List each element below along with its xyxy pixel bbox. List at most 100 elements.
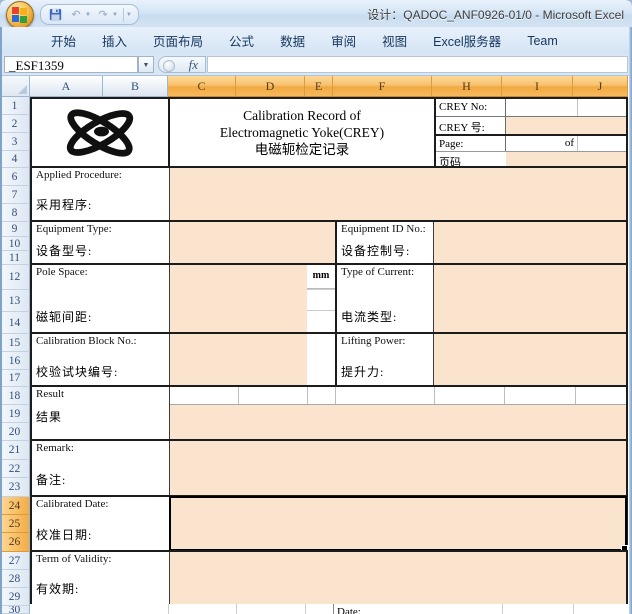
undo-button[interactable]: ↶ bbox=[67, 7, 85, 23]
crey-no-zh-label[interactable]: CREY 号: bbox=[436, 117, 506, 134]
ribbon-tab[interactable]: 公式 bbox=[216, 27, 267, 54]
crey-no-input-cell[interactable] bbox=[506, 117, 626, 134]
remark-label-cell[interactable]: Remark: 备注: bbox=[32, 441, 170, 495]
applied-procedure-en: Applied Procedure: bbox=[36, 169, 166, 181]
lifting-power-zh: 提升力: bbox=[341, 363, 430, 380]
office-button[interactable] bbox=[6, 1, 34, 29]
type-of-current-en: Type of Current: bbox=[341, 266, 430, 278]
remark-en: Remark: bbox=[36, 442, 166, 454]
section-applied-procedure: Applied Procedure: 采用程序: bbox=[30, 166, 628, 222]
selected-cell-calibrated-date[interactable] bbox=[169, 496, 627, 551]
ribbon-tab[interactable]: Excel服务器 bbox=[420, 27, 514, 54]
page-zh-label[interactable]: 页码 bbox=[436, 152, 506, 166]
office-logo-icon bbox=[12, 7, 19, 14]
applied-procedure-label-cell[interactable]: Applied Procedure: 采用程序: bbox=[32, 168, 170, 220]
remark-zh: 备注: bbox=[36, 471, 166, 488]
applied-procedure-zh: 采用程序: bbox=[36, 196, 166, 213]
lifting-power-en: Lifting Power: bbox=[341, 335, 430, 347]
date-label[interactable]: Date: bbox=[337, 606, 361, 614]
undo-dropdown-icon[interactable]: ▼ bbox=[85, 12, 91, 18]
section-calibrated-date: Calibrated Date: 校准日期: bbox=[30, 495, 628, 552]
form-title-line1: Calibration Record of bbox=[243, 107, 361, 124]
ribbon-tab[interactable]: 数据 bbox=[267, 27, 318, 54]
page-of-cell[interactable]: of bbox=[506, 137, 574, 149]
calibration-block-input-cell[interactable] bbox=[170, 334, 307, 385]
applied-procedure-input-cell[interactable] bbox=[170, 168, 626, 220]
window-left-border bbox=[0, 27, 2, 614]
equipment-id-label-cell[interactable]: Equipment ID No.: 设备控制号: bbox=[335, 222, 434, 263]
form-area: Calibration Record of Electromagnetic Yo… bbox=[0, 76, 632, 614]
result-row18-cells[interactable] bbox=[170, 387, 626, 405]
section-result: Result 结果 bbox=[30, 385, 628, 441]
equipment-id-zh: 设备控制号: bbox=[341, 242, 430, 259]
equipment-type-label-cell[interactable]: Equipment Type: 设备型号: bbox=[32, 222, 170, 263]
redo-button[interactable]: ↷ bbox=[94, 7, 112, 23]
qat-separator bbox=[123, 8, 124, 22]
section-calibration-block: Calibration Block No.: 校验试块编号: Lifting P… bbox=[30, 332, 628, 387]
form-header-right-panel: CREY No: CREY 号: Page: of 页码 bbox=[434, 99, 626, 166]
formula-input[interactable] bbox=[207, 56, 628, 73]
form-title-cell[interactable]: Calibration Record of Electromagnetic Yo… bbox=[170, 99, 434, 166]
type-of-current-zh: 电流类型: bbox=[341, 308, 430, 325]
atom-logo-icon bbox=[52, 103, 148, 163]
result-zh: 结果 bbox=[36, 408, 166, 425]
section-form-header: Calibration Record of Electromagnetic Yo… bbox=[30, 97, 628, 168]
calibrated-date-en: Calibrated Date: bbox=[36, 498, 166, 510]
save-icon bbox=[49, 8, 62, 21]
office-logo-icon bbox=[20, 16, 27, 23]
insert-function-button[interactable]: fx bbox=[158, 56, 206, 73]
equipment-id-input-cell[interactable] bbox=[434, 222, 626, 263]
logo-cell[interactable] bbox=[32, 99, 170, 166]
pole-space-en: Pole Space: bbox=[36, 266, 166, 278]
term-of-validity-en: Term of Validity: bbox=[36, 553, 166, 565]
lifting-power-input-cell[interactable] bbox=[434, 334, 626, 385]
term-of-validity-label-cell[interactable]: Term of Validity: 有效期: bbox=[32, 552, 170, 604]
pole-space-zh: 磁轭间距: bbox=[36, 308, 166, 325]
redo-dropdown-icon[interactable]: ▼ bbox=[112, 12, 118, 18]
fx-icon: fx bbox=[189, 57, 198, 73]
name-box-dropdown-icon[interactable]: ▼ bbox=[138, 56, 154, 73]
qat-customize-button[interactable]: ▼ bbox=[126, 12, 132, 18]
excel-window: ↶▼ ↷▼ ▼ 设计：QADOC_ANF0926-01/0 - Microsof… bbox=[0, 0, 632, 614]
ribbon-tab[interactable]: 开始 bbox=[38, 27, 89, 54]
pole-space-unit-cell[interactable]: mm bbox=[307, 265, 335, 289]
ribbon-tab[interactable]: 审阅 bbox=[318, 27, 369, 54]
window-title: 设计：QADOC_ANF0926-01/0 - Microsoft Excel bbox=[367, 6, 624, 23]
term-of-validity-input-cell[interactable] bbox=[170, 552, 626, 604]
result-label-cell[interactable]: Result 结果 bbox=[32, 387, 170, 439]
calibration-block-en: Calibration Block No.: bbox=[36, 335, 166, 347]
section-equipment: Equipment Type: 设备型号: Equipment ID No.: … bbox=[30, 220, 628, 265]
calibration-block-label-cell[interactable]: Calibration Block No.: 校验试块编号: bbox=[32, 334, 170, 385]
result-en: Result bbox=[36, 388, 166, 400]
form-title-line2: Electromagnetic Yoke(CREY) bbox=[220, 124, 384, 141]
ribbon-tab[interactable]: 视图 bbox=[369, 27, 420, 54]
save-button[interactable] bbox=[46, 7, 64, 23]
page-input-cell[interactable] bbox=[506, 152, 626, 166]
equipment-type-input-cell[interactable] bbox=[170, 222, 335, 263]
lifting-power-label-cell[interactable]: Lifting Power: 提升力: bbox=[335, 334, 434, 385]
row30-partial: Date: bbox=[30, 604, 628, 614]
pole-space-label-cell[interactable]: Pole Space: 磁轭间距: bbox=[32, 265, 170, 332]
page-label[interactable]: Page: bbox=[436, 136, 506, 151]
crey-no-label[interactable]: CREY No: bbox=[436, 99, 506, 116]
ribbon-tab[interactable]: Team bbox=[514, 30, 571, 52]
pole-space-input-cell[interactable] bbox=[170, 265, 307, 332]
office-logo-icon bbox=[12, 15, 19, 22]
worksheet: ABCDEFHIJ 123467891011121314151617181920… bbox=[0, 76, 632, 614]
calibration-block-zh: 校验试块编号: bbox=[36, 363, 166, 380]
ribbon-tab[interactable]: 页面布局 bbox=[140, 27, 216, 54]
result-input-cell[interactable] bbox=[170, 405, 626, 439]
calibrated-date-zh: 校准日期: bbox=[36, 526, 166, 543]
formula-bar-row: _ESF1359 ▼ fx bbox=[0, 54, 632, 76]
remark-input-cell[interactable] bbox=[170, 441, 626, 495]
calibrated-date-label-cell[interactable]: Calibrated Date: 校准日期: bbox=[32, 497, 170, 550]
section-term-of-validity: Term of Validity: 有效期: bbox=[30, 550, 628, 606]
equipment-type-zh: 设备型号: bbox=[36, 242, 166, 259]
ribbon-tab[interactable]: 插入 bbox=[89, 27, 140, 54]
section-remark: Remark: 备注: bbox=[30, 439, 628, 497]
type-of-current-label-cell[interactable]: Type of Current: 电流类型: bbox=[335, 265, 434, 332]
office-logo-icon bbox=[20, 8, 27, 15]
insert-function-dot bbox=[163, 60, 175, 72]
type-of-current-input-cell[interactable] bbox=[434, 265, 626, 332]
name-box[interactable]: _ESF1359 bbox=[4, 56, 138, 73]
